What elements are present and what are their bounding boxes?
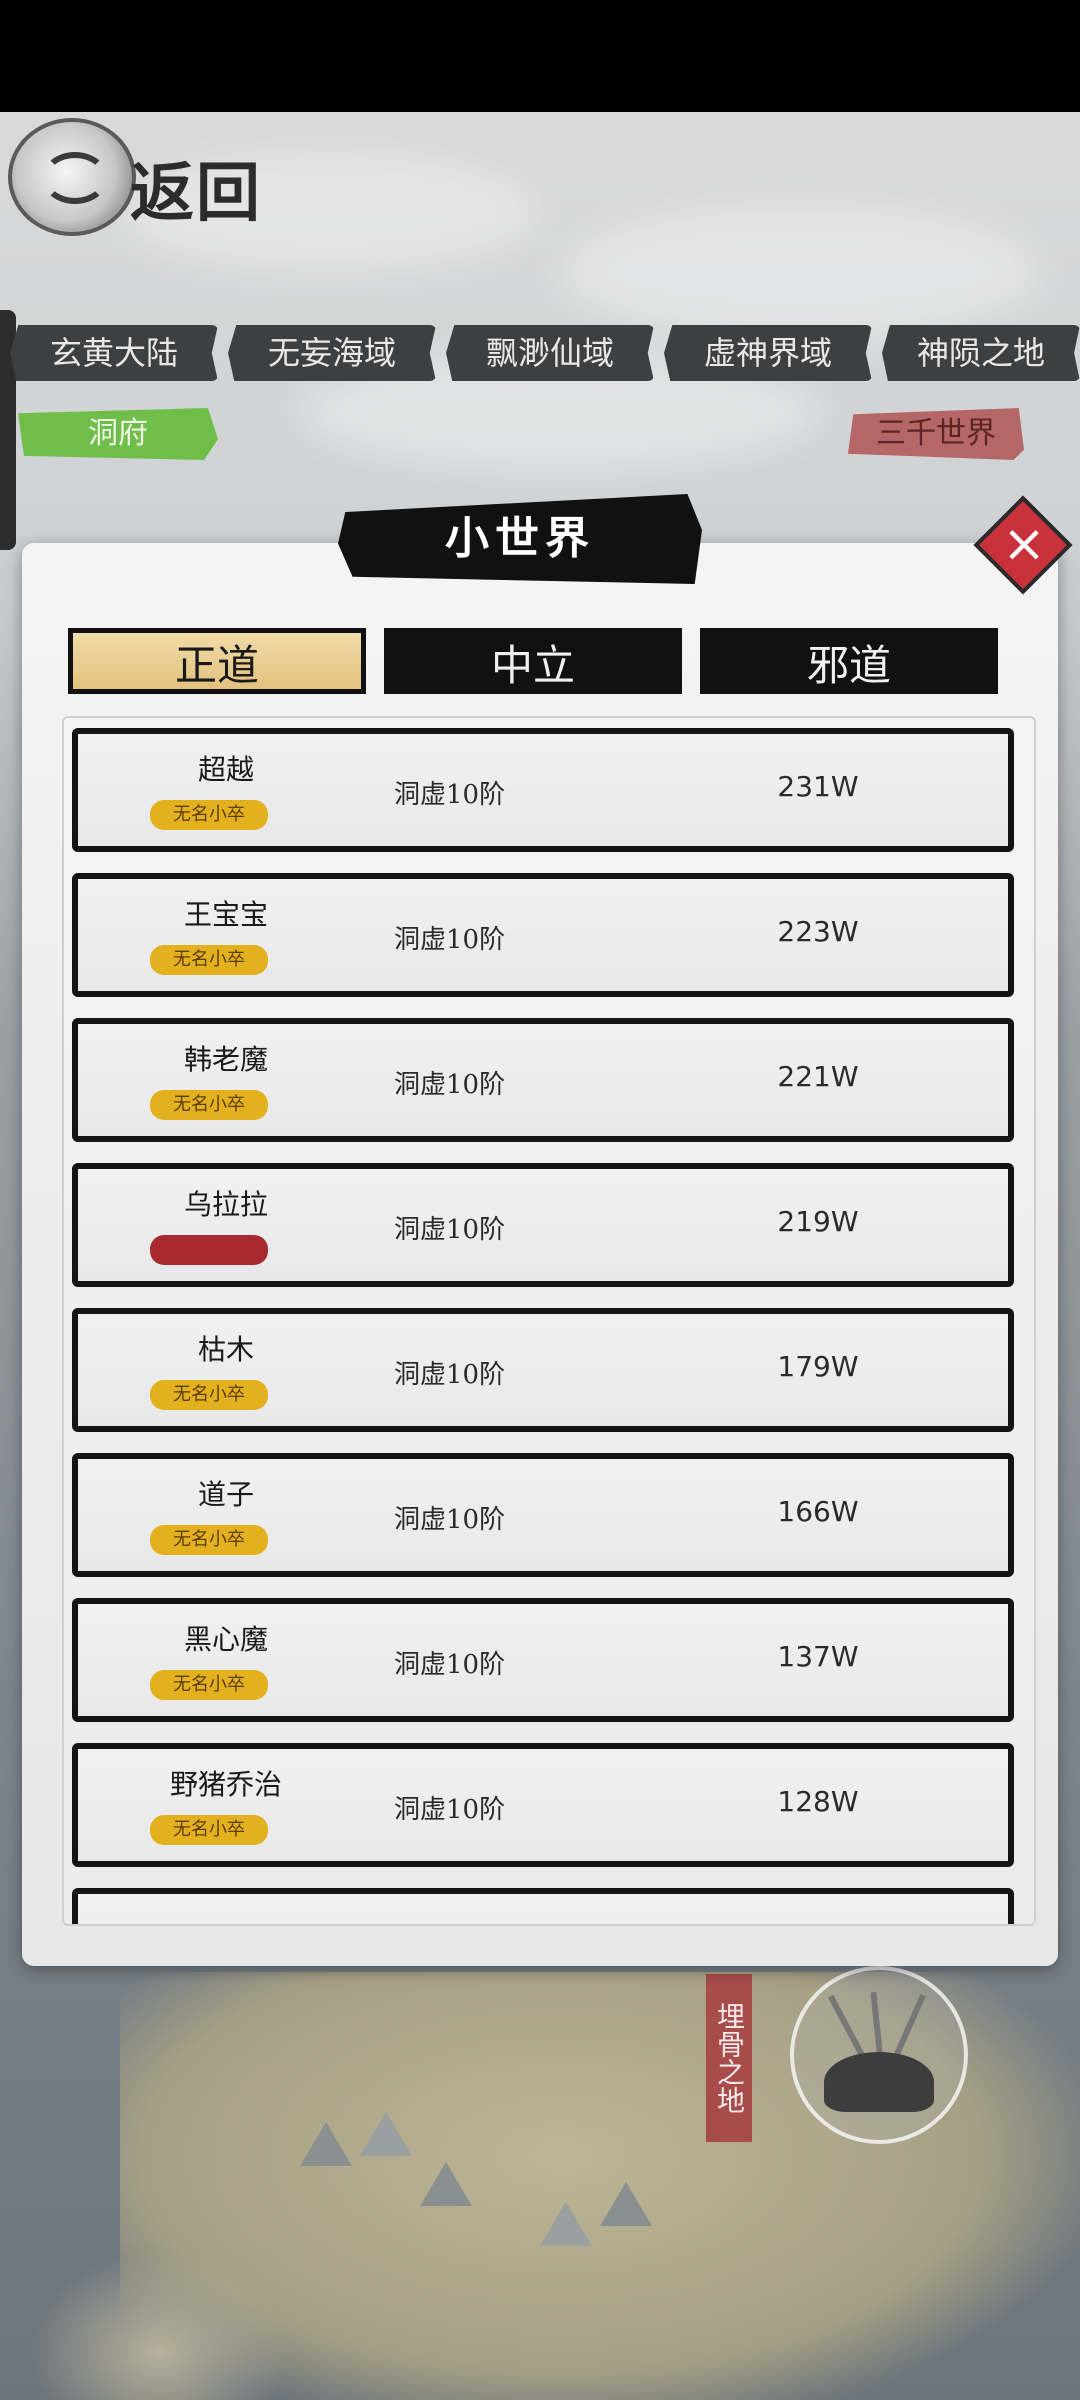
- back-label: 返回: [130, 156, 262, 231]
- ranking-row[interactable]: 野猪乔治 无名小卒 洞虚10阶 128W: [72, 1743, 1014, 1867]
- panel-title: 小世界: [445, 513, 595, 564]
- map-islet: [30, 2252, 290, 2400]
- ranking-row-partial[interactable]: [72, 1888, 1014, 1924]
- cultivation-realm: 洞虚10阶: [394, 1360, 506, 1390]
- combat-power: 137W: [777, 1640, 859, 1673]
- combat-power: 223W: [777, 915, 859, 948]
- player-name: 韩老魔: [183, 1043, 268, 1076]
- ranking-row[interactable]: 超越 无名小卒 洞虚10阶 231W: [72, 728, 1014, 852]
- player-name: 超越: [197, 753, 254, 786]
- title-badge: [150, 1235, 268, 1265]
- cultivation-realm: 洞虚10阶: [394, 1070, 506, 1100]
- cultivation-realm: 洞虚10阶: [394, 1795, 506, 1825]
- combat-power: 166W: [777, 1495, 859, 1528]
- location-sign-label: 埋骨之地: [713, 2002, 746, 2114]
- region-tab-xushen[interactable]: 虚神界域: [664, 325, 872, 381]
- status-bar: [0, 0, 1080, 112]
- title-badge: 无名小卒: [150, 1525, 268, 1555]
- tab-righteous[interactable]: 正道: [68, 628, 366, 694]
- region-tab-xuanhuang[interactable]: 玄黄大陆: [10, 325, 218, 381]
- close-icon: ×: [1002, 514, 1046, 574]
- player-name: 王宝宝: [183, 898, 268, 931]
- cultivation-realm: 洞虚10阶: [394, 1505, 506, 1535]
- cultivation-realm: 洞虚10阶: [394, 1215, 506, 1245]
- back-button[interactable]: 返回: [0, 108, 290, 278]
- tab-evil[interactable]: 邪道: [700, 628, 998, 694]
- title-badge: 无名小卒: [150, 1815, 268, 1845]
- title-badge: 无名小卒: [150, 1670, 268, 1700]
- region-tabs: 玄黄大陆 无妄海域 飘渺仙域 虚神界域 神陨之地: [10, 325, 1080, 385]
- player-name: 野猪乔治: [169, 1768, 282, 1801]
- player-name: 黑心魔: [183, 1623, 268, 1656]
- region-tab-shenyun[interactable]: 神陨之地: [882, 325, 1080, 381]
- combat-power: 219W: [777, 1205, 859, 1238]
- player-name: 道子: [197, 1478, 254, 1511]
- close-button[interactable]: ×: [973, 495, 1073, 595]
- ranking-row[interactable]: 枯木 无名小卒 洞虚10阶 179W: [72, 1308, 1014, 1432]
- tab-neutral[interactable]: 中立: [384, 628, 682, 694]
- sword-shrine-icon[interactable]: [790, 1966, 968, 2144]
- combat-power: 179W: [777, 1350, 859, 1383]
- cultivation-realm: 洞虚10阶: [394, 925, 506, 955]
- region-tab-wuwang[interactable]: 无妄海域: [228, 325, 436, 381]
- cultivation-realm: 洞虚10阶: [394, 780, 506, 810]
- region-tab-piaomiao[interactable]: 飘渺仙域: [446, 325, 654, 381]
- combat-power: 221W: [777, 1060, 859, 1093]
- cave-tag-button[interactable]: 洞府: [18, 408, 218, 460]
- location-sign[interactable]: 埋骨之地: [706, 1974, 752, 2142]
- ranking-row[interactable]: 王宝宝 无名小卒 洞虚10阶 223W: [72, 873, 1014, 997]
- combat-power: 231W: [777, 770, 859, 803]
- title-badge: 无名小卒: [150, 1380, 268, 1410]
- ranking-row[interactable]: 黑心魔 无名小卒 洞虚10阶 137W: [72, 1598, 1014, 1722]
- player-name: 枯木: [197, 1333, 254, 1366]
- title-badge: 无名小卒: [150, 800, 268, 830]
- ranking-row[interactable]: 道子 无名小卒 洞虚10阶 166W: [72, 1453, 1014, 1577]
- title-badge: 无名小卒: [150, 1090, 268, 1120]
- ranking-list[interactable]: 超越 无名小卒 洞虚10阶 231W 王宝宝 无名小卒 洞虚10阶 223W 韩…: [62, 716, 1036, 1926]
- player-name: 乌拉拉: [183, 1188, 268, 1221]
- yin-yang-emblem-icon: [8, 118, 136, 236]
- ranking-row[interactable]: 乌拉拉 洞虚10阶 219W: [72, 1163, 1014, 1287]
- three-thousand-worlds-button[interactable]: 三千世界: [848, 408, 1024, 460]
- ranking-row[interactable]: 韩老魔 无名小卒 洞虚10阶 221W: [72, 1018, 1014, 1142]
- cultivation-realm: 洞虚10阶: [394, 1650, 506, 1680]
- title-badge: 无名小卒: [150, 945, 268, 975]
- combat-power: 128W: [777, 1785, 859, 1818]
